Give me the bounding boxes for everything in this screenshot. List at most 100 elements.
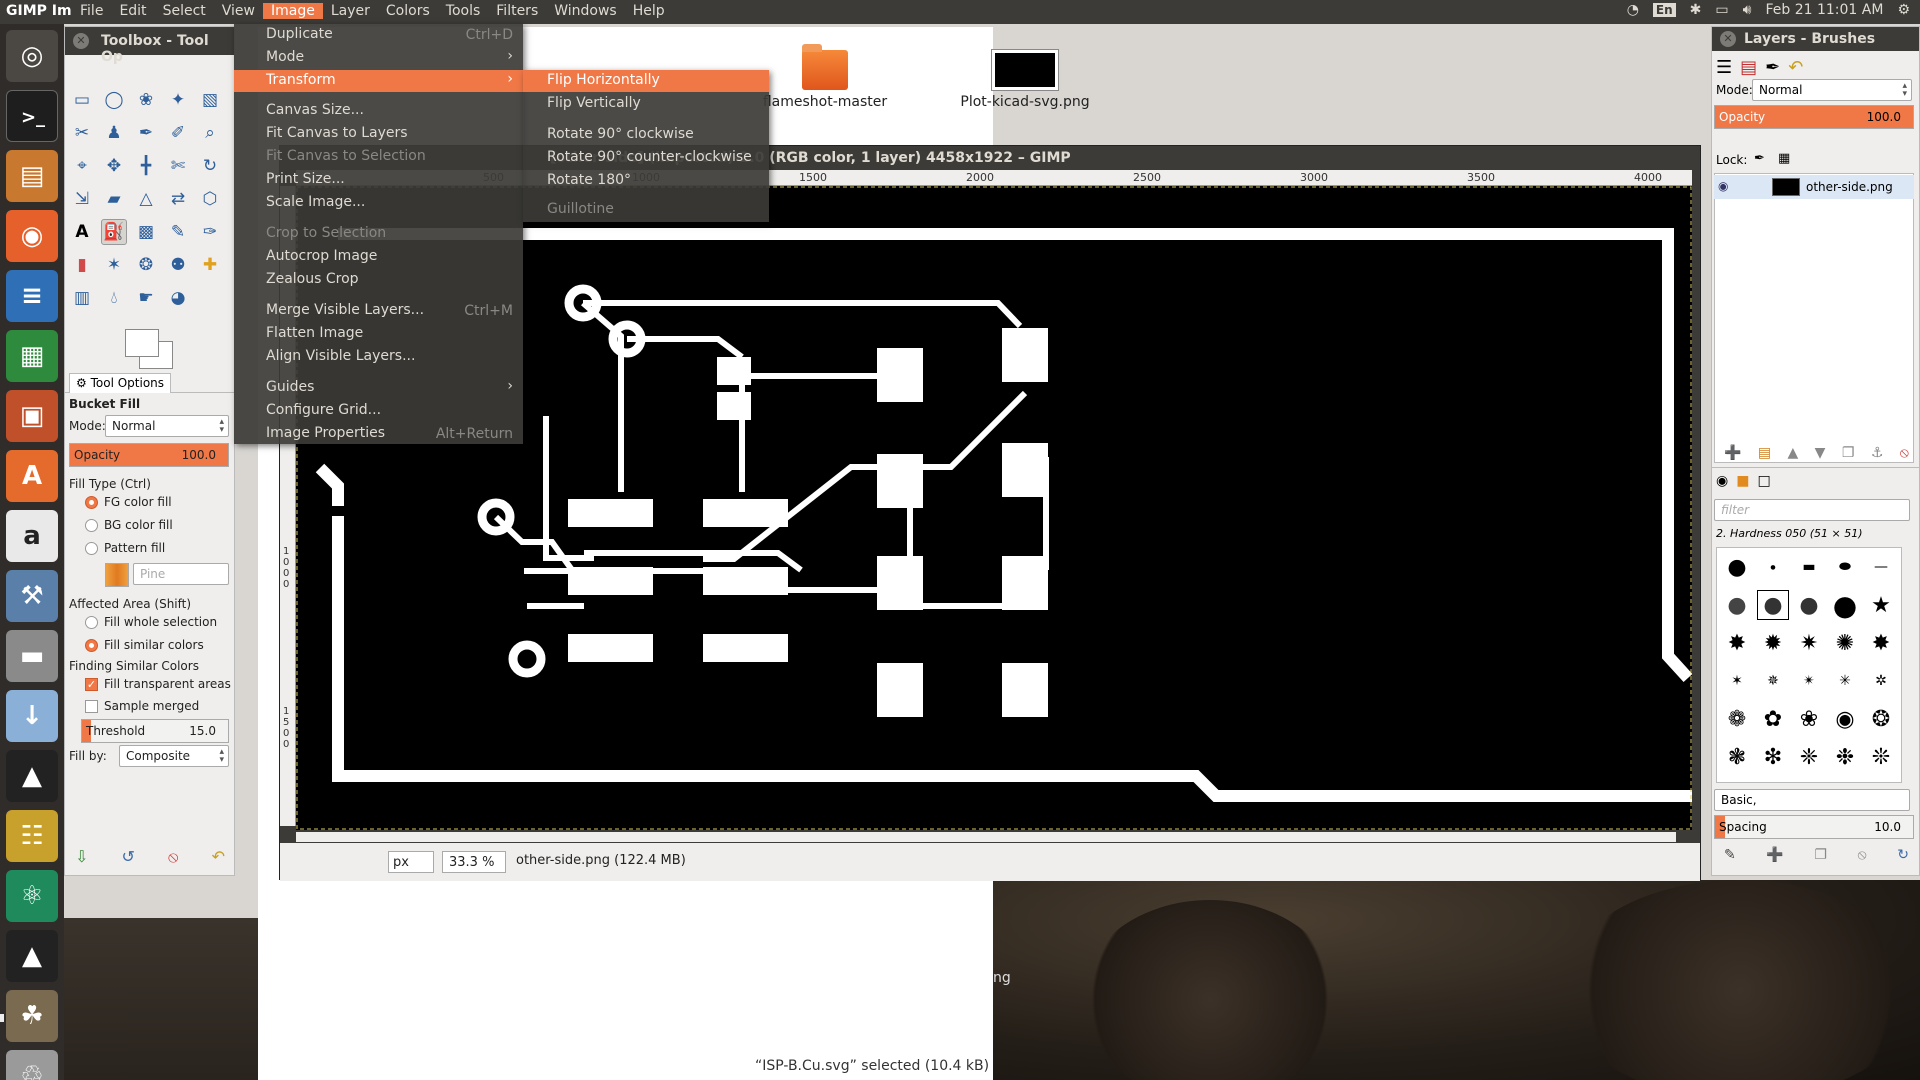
launcher-impress[interactable]: ▣ [6,390,58,442]
tab-tool-options[interactable]: ⚙ Tool Options [69,373,172,393]
launcher-firefox[interactable]: ◉ [6,210,58,262]
align-icon[interactable]: ╋ [133,153,159,179]
menu-item-mode[interactable]: Mode › [234,47,523,69]
refresh-brushes-icon[interactable]: ↻ [1897,847,1909,863]
launcher-files[interactable]: ▤ [6,150,58,202]
menu-item-rotate-ccw[interactable]: Rotate 90° counter-clockwise [523,147,769,169]
brush-star-icon[interactable]: ★ [1865,590,1897,620]
cage-transform-icon[interactable]: ⬡ [197,186,223,212]
menu-view[interactable]: View [214,3,263,19]
menu-item-rotate-cw[interactable]: Rotate 90° clockwise [523,124,769,146]
shear-icon[interactable]: ▰ [101,186,127,212]
layer-opacity-slider[interactable]: Opacity 100.0 [1714,105,1914,129]
perspective-clone-icon[interactable]: ▥ [69,285,95,311]
brush-splatter-icon[interactable]: ✸ [1721,628,1753,658]
menu-help[interactable]: Help [625,3,673,19]
clock[interactable]: Feb 21 11:01 AM [1765,2,1883,18]
threshold-slider[interactable]: Threshold 15.0 [81,719,229,743]
brush-sponge-icon[interactable]: ✲ [1865,666,1897,696]
blend-icon[interactable]: ▩ [133,219,159,245]
zoom-select[interactable]: 33.3 % [442,851,506,873]
opacity-slider[interactable]: Opacity 100.0 [69,443,229,467]
launcher-software[interactable]: A [6,450,58,502]
brush-chalk-icon[interactable]: ❊ [1865,742,1897,772]
menu-item-duplicate[interactable]: Duplicate Ctrl+D [234,24,523,46]
menu-item-image-properties[interactable]: Image Properties Alt+Return [234,423,523,445]
paths-icon[interactable]: ✒ [133,120,159,146]
brush-texture-icon[interactable]: ❂ [1865,704,1897,734]
menu-item-merge-visible[interactable]: Merge Visible Layers... Ctrl+M [234,300,523,322]
wifi-icon[interactable]: ◔ [1627,2,1639,18]
move-icon[interactable]: ✥ [101,153,127,179]
menu-item-flatten[interactable]: Flatten Image [234,323,523,345]
battery-icon[interactable]: ▭ [1715,2,1728,18]
duplicate-layer-icon[interactable]: ❐ [1842,445,1855,461]
toolbox-titlebar[interactable]: ✕ Toolbox - Tool Op [65,27,234,65]
measure-icon[interactable]: ⌖ [69,153,95,179]
bg-fill-radio[interactable]: BG color fill [85,518,173,532]
menu-layer[interactable]: Layer [323,3,378,19]
dock-titlebar[interactable]: ✕ Layers - Brushes [1712,27,1919,51]
launcher-settings[interactable]: ⚒ [6,570,58,622]
menu-item-scale-image[interactable]: Scale Image... [234,192,523,214]
brush-texture-icon[interactable]: ❁ [1721,704,1753,734]
launcher-drive[interactable]: ▬ [6,630,58,682]
menu-item-configure-grid[interactable]: Configure Grid... [234,400,523,422]
text-icon[interactable]: A [69,219,95,245]
brush-big-icon[interactable]: ● [1829,589,1861,622]
free-select-icon[interactable]: ❀ [133,87,159,113]
menu-windows[interactable]: Windows [546,3,625,19]
launcher-kicad[interactable]: ☷ [6,810,58,862]
brush-texture-icon[interactable]: ✿ [1757,704,1789,734]
menu-item-autocrop[interactable]: Autocrop Image [234,246,523,268]
launcher-amazon[interactable]: a [6,510,58,562]
zoom-icon[interactable]: ⌕ [197,120,223,146]
launcher-inkscape-2[interactable]: ▲ [6,930,58,982]
brush-splatter-icon[interactable]: ✷ [1793,628,1825,658]
brush-splatter-icon[interactable]: ✺ [1829,628,1861,658]
menu-colors[interactable]: Colors [378,3,438,19]
delete-options-icon[interactable]: ⦸ [168,847,178,867]
fuzzy-select-icon[interactable]: ✦ [165,87,191,113]
launcher-inkscape[interactable]: ▲ [6,750,58,802]
foreground-select-icon[interactable]: ♟ [101,120,127,146]
brush-chalk-icon[interactable]: ❉ [1829,742,1861,772]
menu-item-guillotine[interactable]: Guillotine [523,199,769,221]
spacing-slider[interactable]: Spacing 10.0 [1714,815,1914,839]
lock-pixels-icon[interactable]: ✒ [1754,151,1765,166]
scissors-icon[interactable]: ✂ [69,120,95,146]
menu-image[interactable]: Image [263,3,323,19]
menu-tools[interactable]: Tools [438,3,489,19]
fg-bg-colors[interactable] [123,327,175,379]
lower-layer-icon[interactable]: ▼ [1815,445,1826,461]
clone-icon[interactable]: ⚉ [165,252,191,278]
sample-merged-checkbox[interactable]: Sample merged [85,699,199,713]
brush-preset-select[interactable]: Basic, [1714,789,1910,811]
new-layer-group-icon[interactable]: ▤ [1758,445,1771,461]
brush-splatter-icon[interactable]: ✸ [1865,628,1897,658]
desktop-icon-image[interactable]: Plot-kicad-svg.png [955,50,1095,110]
pattern-swatch[interactable] [105,563,129,587]
layer-row[interactable]: ◉ other-side.png [1714,175,1914,199]
menu-filters[interactable]: Filters [488,3,546,19]
launcher-gimp[interactable]: ☘ [6,990,58,1042]
fill-whole-selection-radio[interactable]: Fill whole selection [85,615,217,629]
fill-similar-colors-radio[interactable]: Fill similar colors [85,638,204,652]
menu-item-zealous-crop[interactable]: Zealous Crop [234,269,523,291]
fill-by-select[interactable]: Composite ▴ ▾ [119,745,229,767]
menu-item-crop-to-selection[interactable]: Crop to Selection [234,223,523,245]
rect-select-icon[interactable]: ▭ [69,87,95,113]
launcher-trash[interactable]: ♲ [6,1050,58,1080]
layer-mode-select[interactable]: Normal ▴ ▾ [1752,79,1912,101]
brushes-tab-icon[interactable]: ◉ [1716,473,1728,489]
brush-block-icon[interactable]: ▬ [1793,552,1825,582]
launcher-dash[interactable]: ◎ [6,30,58,82]
gradients-tab-icon[interactable]: □ [1757,473,1770,489]
delete-brush-icon[interactable]: ⦸ [1858,847,1867,863]
restore-options-icon[interactable]: ↺ [122,847,135,867]
menu-edit[interactable]: Edit [111,3,154,19]
menu-item-transform[interactable]: Transform › [234,70,523,92]
flip-icon[interactable]: ⇄ [165,186,191,212]
launcher-terminal[interactable]: >_ [6,90,58,142]
smudge-icon[interactable]: ☛ [133,285,159,311]
